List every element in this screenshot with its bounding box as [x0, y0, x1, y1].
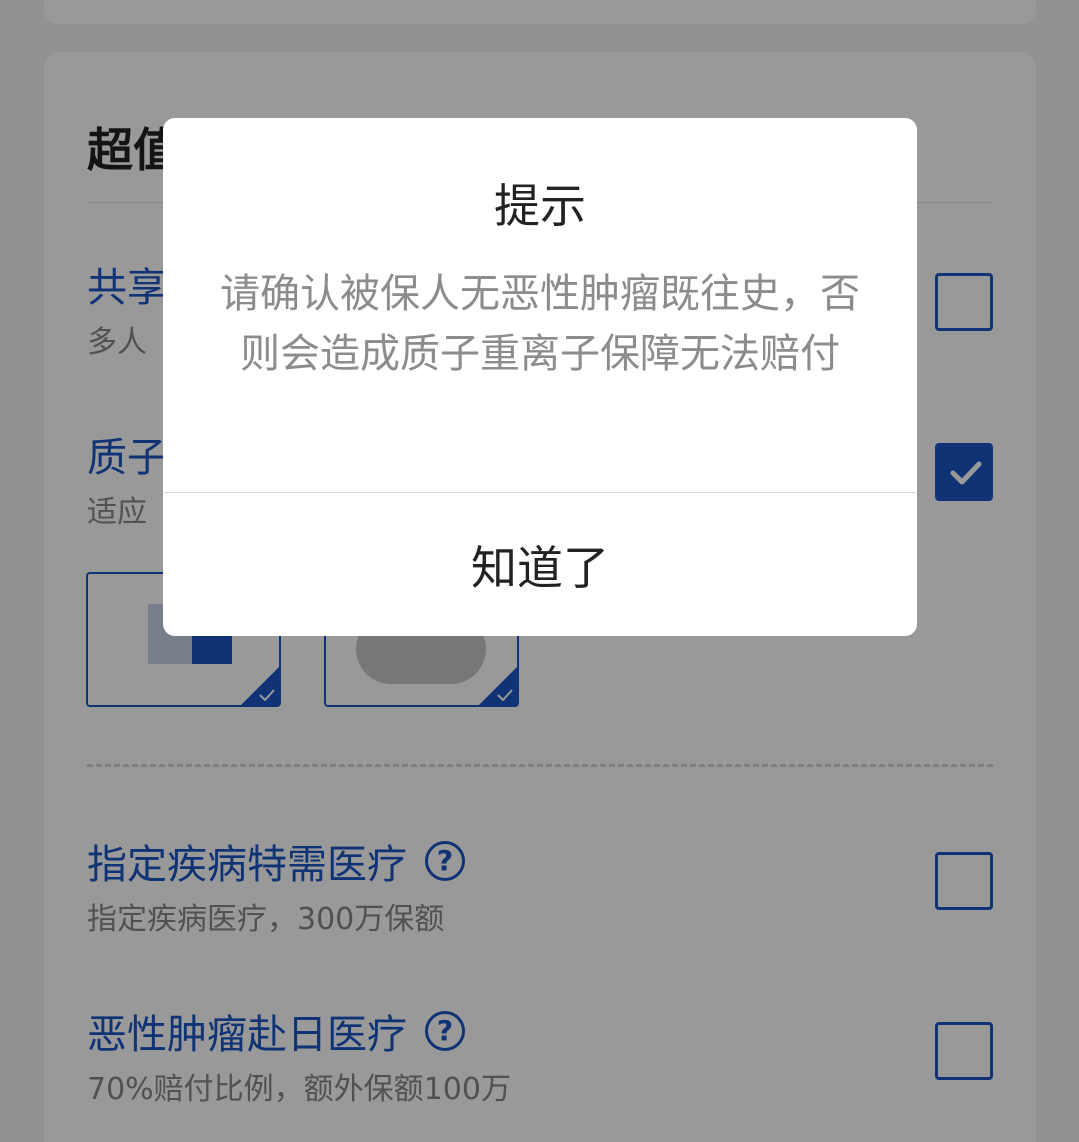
dialog-message: 请确认被保人无恶性肿瘤既往史，否则会造成质子重离子保障无法赔付	[220, 271, 860, 377]
dialog-title: 提示	[494, 179, 586, 233]
alert-dialog: 提示 请确认被保人无恶性肿瘤既往史，否则会造成质子重离子保障无法赔付 知道了	[163, 118, 917, 636]
confirm-button[interactable]: 知道了	[163, 493, 917, 636]
insurance-plan-page: 超值 共享 多人 质子 适应 指定疾病特需医疗 ? 指定疾病医疗，300万保额 …	[0, 0, 1079, 1142]
